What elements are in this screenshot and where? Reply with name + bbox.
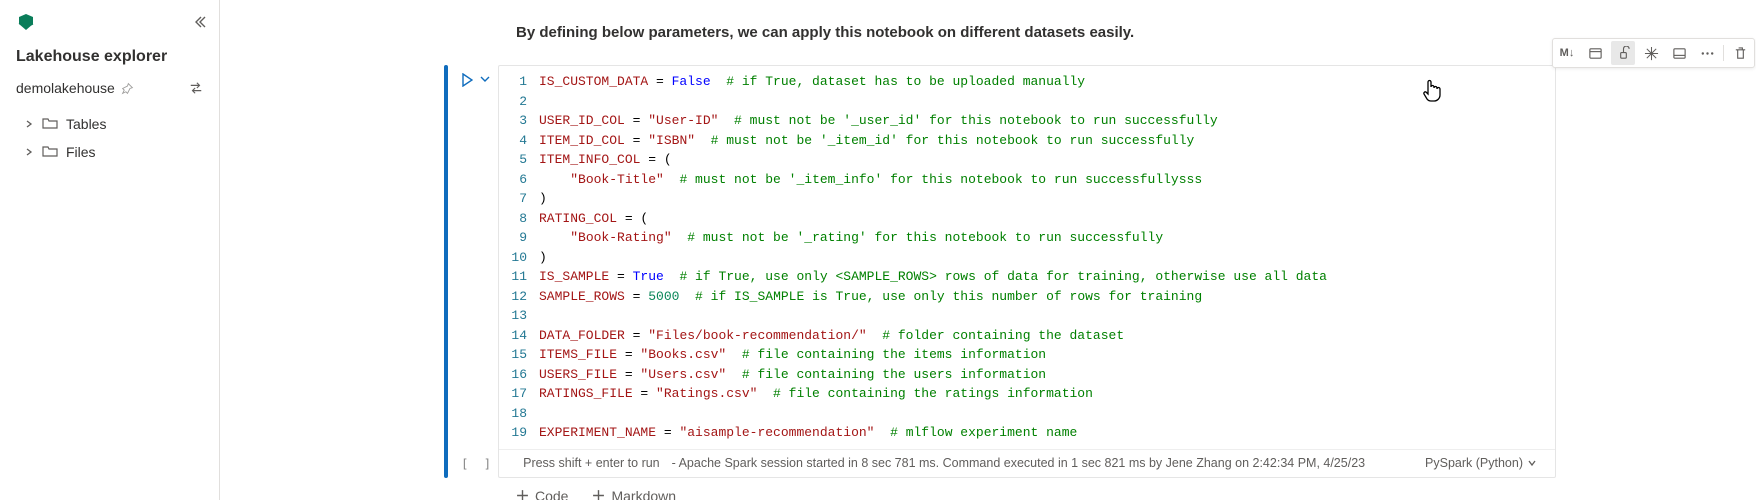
cell-toolbar: M↓: [1552, 38, 1755, 68]
line-number-gutter: 12345678910111213141516171819: [499, 72, 539, 443]
execution-count: [ ]: [459, 456, 511, 471]
execution-detail: - Apache Spark session started in 8 sec …: [672, 456, 1365, 470]
cell-chevron-down-icon[interactable]: [479, 73, 491, 85]
tree-label: Tables: [66, 116, 106, 132]
lakehouse-selector[interactable]: demolakehouse: [0, 70, 219, 106]
folder-icon: [42, 116, 58, 132]
run-hint: Press shift + enter to run: [523, 456, 660, 470]
hide-input-button[interactable]: [1583, 41, 1607, 65]
run-cell-button[interactable]: [461, 73, 473, 87]
hide-output-button[interactable]: [1667, 41, 1691, 65]
delete-cell-button[interactable]: [1728, 41, 1752, 65]
tree-item-files[interactable]: Files: [0, 138, 219, 166]
plus-icon: [592, 489, 605, 500]
tree-item-tables[interactable]: Tables: [0, 110, 219, 138]
tree-label: Files: [66, 144, 96, 160]
cell-status-bar: [ ] Press shift + enter to run - Apache …: [499, 449, 1555, 477]
more-actions-button[interactable]: [1695, 41, 1719, 65]
notebook-main: By defining below parameters, we can app…: [220, 0, 1756, 500]
convert-markdown-button[interactable]: M↓: [1555, 41, 1579, 65]
pin-icon[interactable]: [121, 82, 134, 95]
cell-active-indicator: [444, 65, 448, 478]
add-cell-row: Code Markdown: [220, 478, 1756, 500]
freeze-cell-button[interactable]: [1639, 41, 1663, 65]
swap-icon[interactable]: [189, 81, 203, 95]
markdown-heading: By defining below parameters, we can app…: [220, 12, 1756, 65]
language-selector[interactable]: PySpark (Python): [1425, 456, 1543, 470]
chevron-right-icon: [24, 119, 34, 129]
code-content[interactable]: IS_CUSTOM_DATA = False # if True, datase…: [539, 72, 1555, 443]
code-cell: M↓ 12345678910111213141516171819 IS_CUST…: [220, 65, 1756, 478]
add-code-cell-button[interactable]: Code: [516, 488, 568, 500]
collapse-sidebar-icon[interactable]: [193, 15, 207, 29]
chevron-down-icon: [1527, 458, 1537, 468]
folder-icon: [42, 144, 58, 160]
tree: Tables Files: [0, 106, 219, 170]
explorer-title: Lakehouse explorer: [0, 36, 219, 70]
add-markdown-label: Markdown: [611, 488, 676, 500]
lakehouse-sidebar: Lakehouse explorer demolakehouse Tables …: [0, 0, 220, 500]
toggle-parameter-button[interactable]: [1611, 41, 1635, 65]
code-editor[interactable]: 12345678910111213141516171819 IS_CUSTOM_…: [499, 66, 1555, 449]
lakehouse-name: demolakehouse: [16, 80, 115, 96]
cell-body: M↓ 12345678910111213141516171819 IS_CUST…: [498, 65, 1556, 478]
lakehouse-logo-icon: [16, 12, 36, 32]
plus-icon: [516, 489, 529, 500]
add-code-label: Code: [535, 488, 568, 500]
language-label: PySpark (Python): [1425, 456, 1523, 470]
chevron-right-icon: [24, 147, 34, 157]
add-markdown-cell-button[interactable]: Markdown: [592, 488, 676, 500]
